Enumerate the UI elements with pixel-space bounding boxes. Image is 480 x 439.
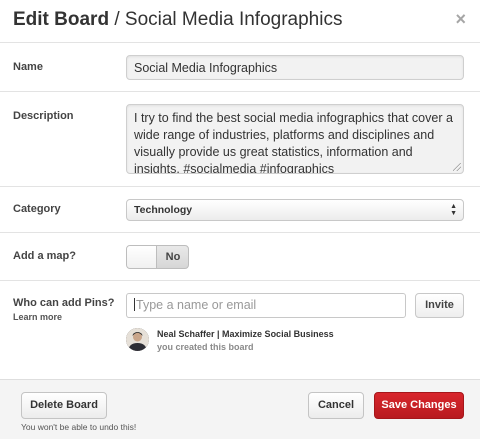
learn-more-link[interactable]: Learn more	[13, 312, 62, 322]
text-caret	[134, 298, 135, 311]
dialog-title-action: Edit Board	[13, 9, 110, 30]
category-select[interactable]: Technology ▲ ▼	[126, 199, 464, 221]
select-arrows-icon: ▲ ▼	[450, 203, 457, 217]
resize-grip-icon[interactable]	[453, 163, 461, 171]
divider	[0, 42, 480, 43]
description-field[interactable]: I try to find the best social media info…	[126, 104, 464, 174]
undo-warning: You won't be able to undo this!	[21, 422, 137, 432]
collaborator-name[interactable]: Neal Schaffer | Maximize Social Business	[157, 329, 334, 339]
cancel-button[interactable]: Cancel	[308, 392, 364, 419]
toggle-knob	[127, 246, 157, 268]
dialog-header: Edit Board / Social Media Infographics ×	[0, 0, 480, 42]
pins-label: Who can add Pins?	[13, 297, 115, 309]
invite-button[interactable]: Invite	[415, 293, 464, 318]
avatar	[126, 328, 149, 351]
collaborator-input[interactable]: Type a name or email	[126, 293, 406, 318]
category-selected-value: Technology	[134, 204, 193, 216]
description-label: Description	[13, 110, 74, 122]
person-icon	[126, 328, 149, 351]
collaborator-note: you created this board	[157, 342, 254, 352]
toggle-state: No	[165, 251, 181, 263]
close-icon[interactable]: ×	[455, 10, 466, 28]
divider	[0, 186, 480, 187]
delete-board-button[interactable]: Delete Board	[21, 392, 107, 419]
map-label: Add a map?	[13, 250, 76, 262]
divider	[0, 91, 480, 92]
collaborator-placeholder: Type a name or email	[136, 298, 257, 312]
dialog-footer: Delete Board You won't be able to undo t…	[0, 379, 480, 439]
divider	[0, 280, 480, 281]
save-changes-button[interactable]: Save Changes	[374, 392, 464, 419]
name-field[interactable]: Social Media Infographics	[126, 55, 464, 80]
description-text: I try to find the best social media info…	[134, 111, 453, 174]
dialog-title: Edit Board / Social Media Infographics	[13, 9, 342, 31]
divider	[0, 232, 480, 233]
category-label: Category	[13, 203, 61, 215]
dialog-title-board: / Social Media Infographics	[109, 9, 343, 30]
map-toggle[interactable]: No	[126, 245, 189, 269]
name-label: Name	[13, 61, 43, 73]
